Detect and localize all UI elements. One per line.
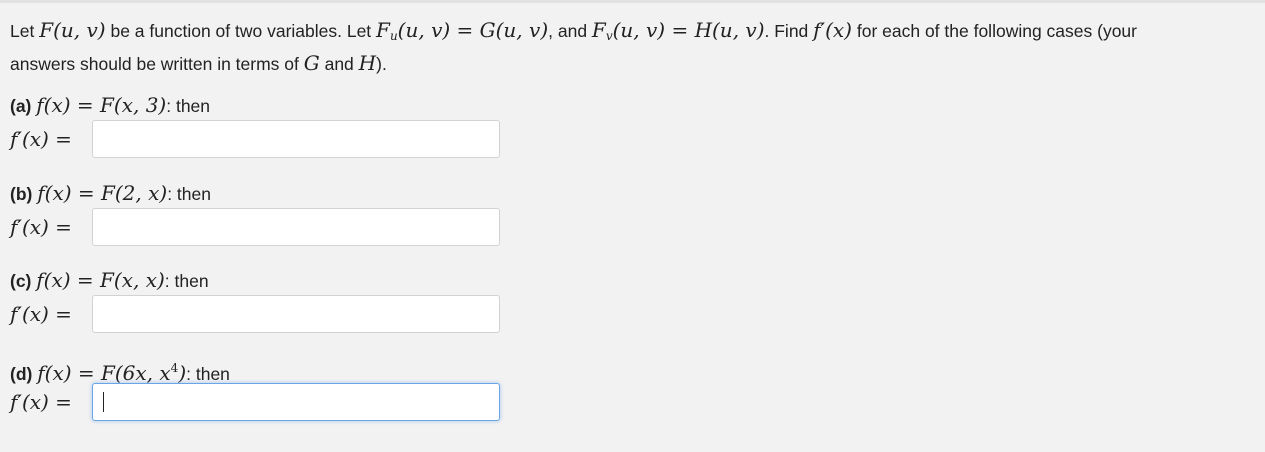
part-d-answer-prefix: f′(x) = [10, 390, 72, 414]
intro-text-4: . Find [764, 21, 814, 41]
math-F-u-symbol: F [376, 18, 390, 42]
math-F-v-subscript: v [605, 29, 613, 43]
part-c-answer-prefix: f′(x) = [10, 302, 72, 326]
math-F-v-symbol: F [591, 18, 606, 42]
part-d-expression-close: ) [178, 361, 187, 385]
part-c-suffix: : then [164, 271, 209, 291]
math-F-u-subscript: u [389, 29, 398, 43]
math-F-v-equals-H: (u, v) = H(u, v) [612, 18, 765, 42]
part-b-answer-row: f′(x) = [10, 207, 510, 247]
part-a-answer-input[interactable] [92, 120, 500, 158]
intro-text-2: be a function of two variables. Let [105, 21, 377, 41]
part-b-question: (b) f(x) = F(2, x): then [10, 181, 510, 205]
part-c-answer-row: f′(x) = [10, 294, 510, 334]
part-b: (b) f(x) = F(2, x): then f′(x) = [10, 181, 510, 247]
part-b-answer-prefix: f′(x) = [10, 215, 72, 239]
part-a-expression: f(x) = F(x, 3) [36, 93, 167, 117]
part-d-suffix: : then [186, 364, 230, 384]
part-b-suffix: : then [167, 184, 211, 204]
intro-text-5: for each of the following cases (your [851, 21, 1137, 41]
part-b-label: (b) [10, 184, 33, 204]
math-F-u-equals-G: (u, v) = G(u, v) [397, 18, 549, 42]
math-f-prime: f′(x) [813, 18, 852, 42]
part-d: (d) f(x) = F(6x, x4): then f′(x) = [10, 356, 510, 422]
part-d-expression: f(x) = F(6x, x [37, 361, 171, 385]
part-c-label: (c) [10, 271, 32, 291]
part-d-answer-input[interactable] [92, 383, 500, 421]
intro-text-1: Let [10, 21, 40, 41]
part-a-suffix: : then [166, 96, 211, 116]
part-c-answer-input[interactable] [92, 295, 500, 333]
part-c: (c) f(x) = F(x, x): then f′(x) = [10, 268, 510, 334]
problem-statement: Let F(u, v) be a function of two variabl… [10, 17, 1250, 78]
math-G: G [303, 51, 320, 75]
part-c-question: (c) f(x) = F(x, x): then [10, 268, 510, 292]
text-caret [103, 392, 104, 412]
intro-text-8: ). [376, 54, 387, 74]
math-F-uv: F(u, v) [39, 18, 106, 42]
intro-text-3: , and [548, 21, 592, 41]
part-d-answer-row: f′(x) = [10, 382, 510, 422]
part-c-expression: f(x) = F(x, x) [36, 268, 165, 292]
intro-text-6: answers should be written in terms of [10, 54, 304, 74]
part-b-expression: f(x) = F(2, x) [37, 181, 168, 205]
part-a-question: (a) f(x) = F(x, 3): then [10, 93, 510, 117]
part-a-answer-row: f′(x) = [10, 119, 510, 159]
part-a-answer-prefix: f′(x) = [10, 127, 72, 151]
part-b-answer-input[interactable] [92, 208, 500, 246]
part-a-label: (a) [10, 96, 32, 116]
part-a: (a) f(x) = F(x, 3): then f′(x) = [10, 93, 510, 159]
math-H: H [358, 51, 377, 75]
part-d-question: (d) f(x) = F(6x, x4): then [10, 356, 510, 385]
intro-text-7: and [319, 54, 359, 74]
problem-page: Let F(u, v) be a function of two variabl… [0, 0, 1265, 452]
part-d-label: (d) [10, 364, 33, 384]
